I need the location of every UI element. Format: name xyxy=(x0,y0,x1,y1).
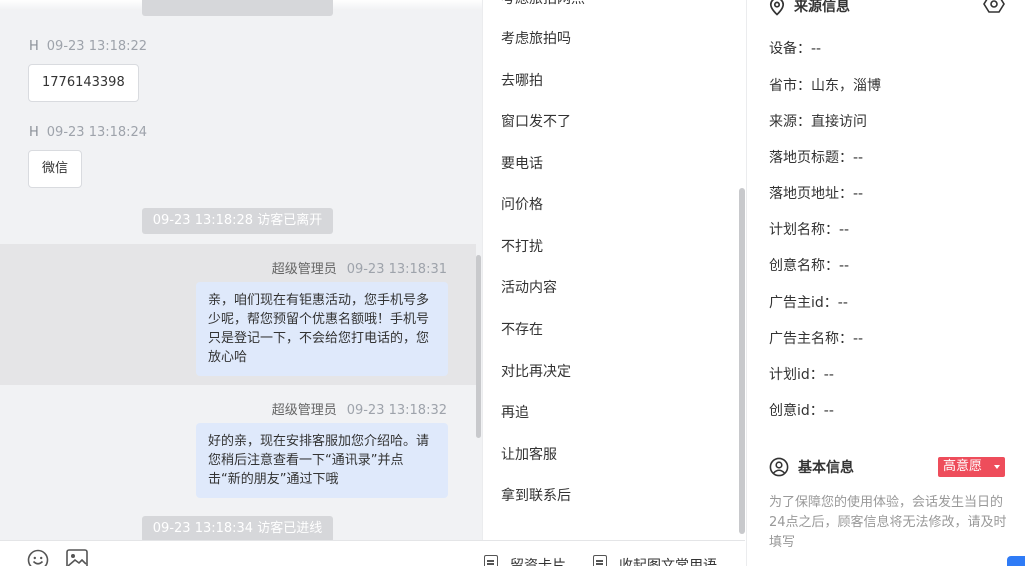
info-field-creative-id: 创意id：-- xyxy=(769,403,834,419)
agent-message-meta: 超级管理员 09-23 13:18:32 xyxy=(272,399,447,418)
location-pin-icon xyxy=(769,0,785,16)
chat-toolbar: 留资卡片 收起图文常用语 xyxy=(0,540,745,566)
system-notice-left: 09-23 13:18:28 访客已离开 xyxy=(142,208,333,234)
quick-reply-item[interactable]: 考虑旅拍网点 xyxy=(501,0,585,8)
caret-down-icon xyxy=(994,465,1000,469)
info-field-landing-url: 落地页地址：-- xyxy=(769,186,864,202)
edit-deadline-hint: 为了保障您的使用体验，会话发生当日的24点之后，顾客信息将无法修改，请及时填写 xyxy=(769,495,1007,550)
quick-reply-item[interactable]: 不打扰 xyxy=(501,236,543,256)
quick-reply-item[interactable]: 去哪拍 xyxy=(501,70,543,90)
document-icon xyxy=(593,555,607,566)
quick-reply-item[interactable]: 考虑旅拍吗 xyxy=(501,28,571,48)
lead-card-button[interactable]: 留资卡片 xyxy=(484,555,566,566)
agent-name: 超级管理员 xyxy=(271,403,337,418)
info-field-province-city: 省市：山东，淄博 xyxy=(769,78,881,94)
gear-icon[interactable] xyxy=(983,0,1005,18)
agent-message-bubble[interactable]: 好的亲，现在安排客服加您介绍哈。请您稍后注意查看一下“通讯录”并点击“新的朋友”… xyxy=(196,423,448,498)
quick-reply-item[interactable]: 问价格 xyxy=(501,194,543,214)
info-field-device: 设备：-- xyxy=(769,41,822,57)
quick-reply-item[interactable]: 再追 xyxy=(501,402,529,422)
quick-replies-panel: 考虑旅拍网点 考虑旅拍吗 去哪拍 窗口发不了 要电话 问价格 不打扰 活动内容 … xyxy=(482,0,745,540)
quick-reply-item[interactable]: 不存在 xyxy=(501,319,543,339)
quick-reply-item[interactable]: 让加客服 xyxy=(501,444,557,464)
message-time: 09-23 13:18:32 xyxy=(346,403,447,418)
info-field-source: 来源：直接访问 xyxy=(769,114,867,130)
system-pill-previous xyxy=(142,0,333,16)
info-field-advertiser-name: 广告主名称：-- xyxy=(769,331,864,347)
collapse-phrases-label: 收起图文常用语 xyxy=(619,558,717,566)
visitor-message-bubble[interactable]: 微信 xyxy=(28,150,83,188)
visitor-message-bubble[interactable]: 1776143398 xyxy=(28,64,139,102)
smiley-icon[interactable] xyxy=(27,549,49,566)
document-icon xyxy=(484,555,498,566)
agent-message-meta: 超级管理员 09-23 13:18:31 xyxy=(272,258,447,277)
message-time: 09-23 13:18:22 xyxy=(46,39,148,54)
chat-panel: H 09-23 13:18:22 1776143398 H 09-23 13:18:… xyxy=(0,0,482,540)
source-info-header: 来源信息 xyxy=(769,0,850,16)
lead-card-label: 留资卡片 xyxy=(510,558,566,566)
image-icon[interactable] xyxy=(66,549,88,566)
info-field-landing-title: 落地页标题：-- xyxy=(769,150,864,166)
quick-reply-item[interactable]: 活动内容 xyxy=(501,277,557,297)
intent-level-dropdown[interactable]: 高意愿 xyxy=(938,457,1005,477)
info-field-creative-name: 创意名称：-- xyxy=(769,258,850,274)
message-meta: H 09-23 13:18:24 xyxy=(29,125,147,140)
sender-name: H xyxy=(29,39,39,54)
info-field-plan-id: 计划id：-- xyxy=(769,367,834,383)
collapse-phrases-button[interactable]: 收起图文常用语 xyxy=(593,555,717,566)
info-field-plan-name: 计划名称：-- xyxy=(769,222,850,238)
agent-message-bubble[interactable]: 亲，咱们现在有钜惠活动，您手机号多少呢，帮您预留个优惠名额哦！手机号只是登记一下… xyxy=(196,282,448,376)
quick-reply-item[interactable]: 窗口发不了 xyxy=(501,111,571,131)
source-info-title: 来源信息 xyxy=(794,0,850,15)
basic-info-title: 基本信息 xyxy=(798,460,854,476)
message-time: 09-23 13:18:31 xyxy=(346,262,447,277)
floating-action-button[interactable] xyxy=(1007,556,1025,566)
info-field-advertiser-id: 广告主id：-- xyxy=(769,295,848,311)
user-circle-icon xyxy=(769,457,789,477)
visitor-info-panel: 来源信息 设备：-- 省市：山东，淄博 来源：直接访问 落地页标题：-- 落地页… xyxy=(746,0,1025,566)
sender-name: H xyxy=(29,125,39,140)
quick-reply-item[interactable]: 对比再决定 xyxy=(501,361,571,381)
quick-replies-scrollbar[interactable] xyxy=(739,188,745,534)
message-meta: H 09-23 13:18:22 xyxy=(29,39,147,54)
intent-level-label: 高意愿 xyxy=(943,459,983,474)
quick-reply-item[interactable]: 拿到联系后 xyxy=(501,485,571,505)
message-time: 09-23 13:18:24 xyxy=(46,125,148,140)
quick-reply-item[interactable]: 要电话 xyxy=(501,153,543,173)
chat-scrollbar[interactable] xyxy=(476,255,481,438)
agent-name: 超级管理员 xyxy=(271,262,337,277)
basic-info-header: 基本信息 xyxy=(769,457,854,477)
system-notice-online: 09-23 13:18:34 访客已进线 xyxy=(142,516,333,540)
